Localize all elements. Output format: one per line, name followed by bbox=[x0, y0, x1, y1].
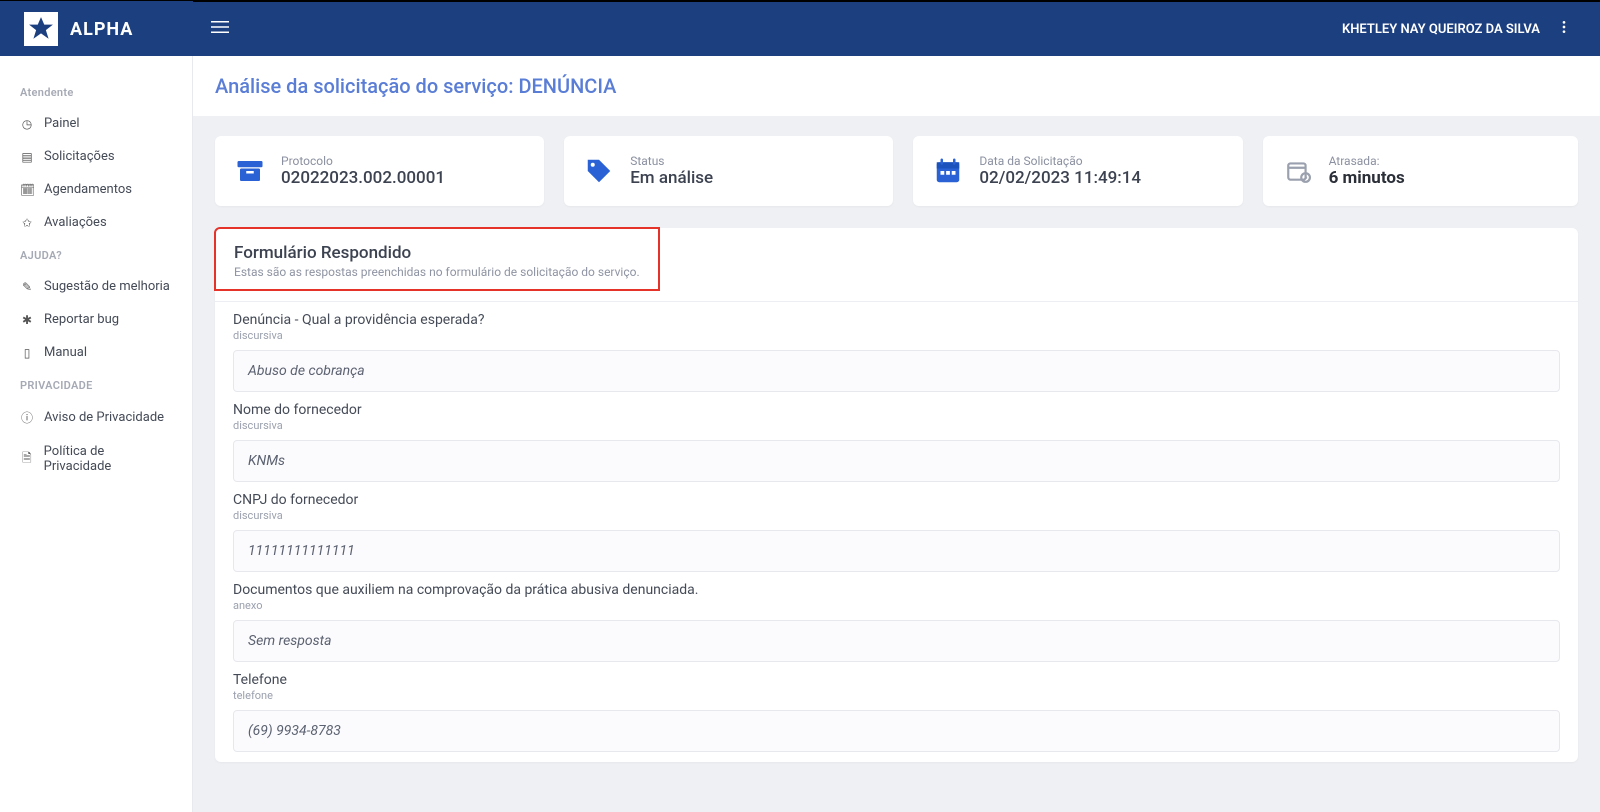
calendar-icon bbox=[933, 156, 963, 186]
field-label: CNPJ do fornecedor bbox=[233, 492, 1560, 508]
sidebar-item-bug[interactable]: ✱ Reportar bug bbox=[0, 303, 192, 336]
user-name: KHETLEY NAY QUEIROZ DA SILVA bbox=[1342, 22, 1540, 37]
sidebar-section-title: PRIVACIDADE bbox=[0, 369, 192, 400]
card-protocolo: Protocolo 02022023.002.00001 bbox=[215, 136, 544, 206]
brand-star-icon bbox=[24, 12, 58, 46]
form-panel-header: Formulário Respondido Estas são as respo… bbox=[214, 227, 660, 291]
field-label: Denúncia - Qual a providência esperada? bbox=[233, 312, 1560, 328]
edit-icon: ✎ bbox=[20, 280, 34, 294]
card-label: Data da Solicitação bbox=[979, 154, 1141, 168]
panel-subheading: Estas são as respostas preenchidas no fo… bbox=[234, 265, 640, 279]
brand-label: ALPHA bbox=[70, 19, 133, 40]
doc-icon: 🗎 bbox=[20, 449, 34, 470]
bug-icon: ✱ bbox=[20, 313, 34, 327]
field-value: Abuso de cobrança bbox=[233, 350, 1560, 392]
field-label: Nome do fornecedor bbox=[233, 402, 1560, 418]
topbar: ALPHA KHETLEY NAY QUEIROZ DA SILVA bbox=[0, 0, 1600, 56]
sidebar-item-label: Sugestão de melhoria bbox=[44, 279, 170, 294]
calendar-icon: 🗓 bbox=[20, 183, 34, 197]
sidebar-section-title: Atendente bbox=[0, 76, 192, 107]
content: Análise da solicitação do serviço: DENÚN… bbox=[193, 56, 1600, 812]
sidebar-item-painel[interactable]: ◷ Painel bbox=[0, 107, 192, 140]
card-value: 02022023.002.00001 bbox=[281, 168, 445, 188]
field-value: (69) 9934-8783 bbox=[233, 710, 1560, 752]
field-fornecedor: Nome do fornecedor discursiva KNMs bbox=[215, 392, 1578, 482]
field-label: Telefone bbox=[233, 672, 1560, 688]
field-documentos: Documentos que auxiliem na comprovação d… bbox=[215, 572, 1578, 662]
field-cnpj: CNPJ do fornecedor discursiva 1111111111… bbox=[215, 482, 1578, 572]
field-type: discursiva bbox=[233, 419, 1560, 432]
user-menu-button[interactable] bbox=[1552, 15, 1576, 43]
field-type: discursiva bbox=[233, 509, 1560, 522]
card-value: 02/02/2023 11:49:14 bbox=[979, 168, 1141, 188]
field-value: KNMs bbox=[233, 440, 1560, 482]
field-value: Sem resposta bbox=[233, 620, 1560, 662]
book-icon: ▯ bbox=[20, 346, 34, 360]
field-type: anexo bbox=[233, 599, 1560, 612]
card-value: 6 minutos bbox=[1329, 168, 1405, 188]
sidebar: Atendente ◷ Painel ▤ Solicitações 🗓 Agen… bbox=[0, 56, 193, 812]
archive-icon bbox=[235, 156, 265, 186]
sidebar-item-label: Reportar bug bbox=[44, 312, 119, 327]
field-value: 11111111111111 bbox=[233, 530, 1560, 572]
ticket-icon: ▤ bbox=[20, 150, 34, 164]
topbar-right: KHETLEY NAY QUEIROZ DA SILVA bbox=[1342, 15, 1584, 43]
sidebar-item-politica-privacidade[interactable]: 🗎 Política de Privacidade bbox=[0, 435, 192, 483]
sidebar-item-label: Avaliações bbox=[44, 215, 107, 230]
sidebar-item-label: Solicitações bbox=[44, 149, 115, 164]
clock-alert-icon bbox=[1283, 156, 1313, 186]
field-providencia: Denúncia - Qual a providência esperada? … bbox=[215, 302, 1578, 392]
menu-toggle-button[interactable] bbox=[211, 18, 229, 40]
panel-heading: Formulário Respondido bbox=[234, 243, 640, 263]
sidebar-item-avaliacoes[interactable]: ✩ Avaliações bbox=[0, 206, 192, 239]
card-data: Data da Solicitação 02/02/2023 11:49:14 bbox=[913, 136, 1242, 206]
summary-cards: Protocolo 02022023.002.00001 Status Em a… bbox=[215, 136, 1578, 206]
field-telefone: Telefone telefone (69) 9934-8783 bbox=[215, 662, 1578, 752]
card-label: Status bbox=[630, 154, 713, 168]
star-icon: ✩ bbox=[20, 216, 34, 230]
page-title: Análise da solicitação do serviço: DENÚN… bbox=[193, 56, 1600, 116]
card-label: Protocolo bbox=[281, 154, 445, 168]
form-panel: Formulário Respondido Estas são as respo… bbox=[215, 228, 1578, 762]
field-type: discursiva bbox=[233, 329, 1560, 342]
card-label: Atrasada: bbox=[1329, 154, 1405, 168]
info-icon: ⓘ bbox=[20, 409, 34, 426]
sidebar-item-label: Manual bbox=[44, 345, 87, 360]
card-status: Status Em análise bbox=[564, 136, 893, 206]
field-type: telefone bbox=[233, 689, 1560, 702]
sidebar-item-agendamentos[interactable]: 🗓 Agendamentos bbox=[0, 173, 192, 206]
sidebar-item-label: Painel bbox=[44, 116, 80, 131]
sidebar-item-manual[interactable]: ▯ Manual bbox=[0, 336, 192, 369]
dashboard-icon: ◷ bbox=[20, 117, 34, 131]
sidebar-section-title: AJUDA? bbox=[0, 239, 192, 270]
field-label: Documentos que auxiliem na comprovação d… bbox=[233, 582, 1560, 598]
card-atrasada: Atrasada: 6 minutos bbox=[1263, 136, 1578, 206]
card-value: Em análise bbox=[630, 168, 713, 188]
sidebar-item-aviso-privacidade[interactable]: ⓘ Aviso de Privacidade bbox=[0, 400, 192, 435]
sidebar-item-sugestao[interactable]: ✎ Sugestão de melhoria bbox=[0, 270, 192, 303]
sidebar-item-label: Aviso de Privacidade bbox=[44, 410, 164, 425]
sidebar-item-solicitacoes[interactable]: ▤ Solicitações bbox=[0, 140, 192, 173]
tag-icon bbox=[584, 156, 614, 186]
brand[interactable]: ALPHA bbox=[0, 1, 193, 57]
sidebar-item-label: Agendamentos bbox=[44, 182, 132, 197]
sidebar-item-label: Política de Privacidade bbox=[44, 444, 172, 474]
